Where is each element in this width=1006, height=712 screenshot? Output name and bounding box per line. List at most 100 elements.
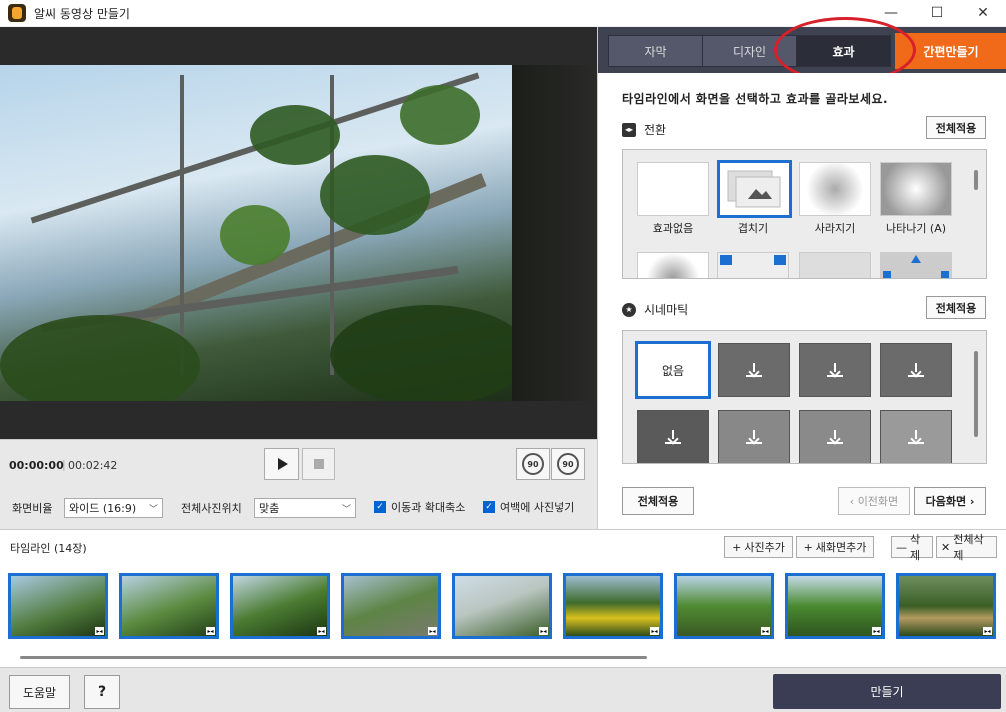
arrow-icon	[720, 255, 786, 265]
aspect-ratio-select[interactable]: 와이드 (16:9) ﹀	[64, 498, 163, 518]
preview-photo	[0, 65, 597, 401]
cinematic-scrollbar[interactable]	[974, 351, 978, 437]
cinematic-header: ★ 시네마틱	[622, 301, 688, 318]
cinematic-thumb-gifts[interactable]	[718, 410, 790, 463]
add-screen-icon: +	[803, 540, 813, 554]
timeline-clip[interactable]: ▸◂	[785, 573, 885, 639]
timeline-clip[interactable]: ▸◂	[341, 573, 441, 639]
play-icon	[277, 458, 288, 470]
next-screen-button[interactable]: 다음화면 ›	[914, 487, 986, 515]
rotate-right-icon: 90	[557, 453, 579, 475]
timeline-clip[interactable]: ▸◂	[674, 573, 774, 639]
transition-scrollbar[interactable]	[974, 170, 978, 190]
add-photo-icon: +	[732, 540, 742, 554]
transition-marker-icon: ▸◂	[317, 627, 326, 635]
transition-none-label: 효과없음	[652, 222, 694, 235]
cinematic-grid: 없음	[622, 330, 987, 464]
timeline-strip: ▸◂ ▸◂ ▸◂ ▸◂ ▸◂ ▸◂ ▸◂ ▸◂ ▸◂	[0, 563, 1006, 667]
help-button[interactable]: 도움말	[9, 675, 70, 709]
timeline-clip[interactable]: ▸◂	[896, 573, 996, 639]
transition-marker-icon: ▸◂	[983, 627, 992, 635]
timeline-clip[interactable]: ▸◂	[563, 573, 663, 639]
player-controls: 00:00:00 | 00:02:42 90 90 화면비율 와이드 (16:9…	[0, 439, 597, 529]
tab-subtitle[interactable]: 자막	[608, 35, 703, 67]
apply-all-button[interactable]: 전체적용	[622, 487, 694, 515]
app-logo-icon	[8, 4, 26, 22]
play-button[interactable]	[264, 448, 299, 480]
minus-icon: —	[896, 540, 907, 554]
add-photo-label: 사진추가	[744, 541, 785, 554]
cinematic-none-label: 없음	[661, 363, 685, 378]
transition-marker-icon: ▸◂	[95, 627, 104, 635]
transition-grid: 효과없음 겹치기 사라지기 나타나기 (A)	[622, 149, 987, 279]
timeline-clip[interactable]: ▸◂	[230, 573, 330, 639]
transition-overlap-thumb[interactable]	[717, 160, 792, 218]
fill-margin-label: 여백에 사진넣기	[500, 501, 575, 514]
cinematic-thumb-flowers[interactable]	[799, 410, 871, 463]
delete-button[interactable]: — 삭제	[891, 533, 933, 562]
stop-button[interactable]	[302, 448, 335, 480]
checkmark-icon: ✓	[483, 501, 495, 513]
cinematic-apply-all-button[interactable]: 전체적용	[926, 296, 986, 319]
photo-position-value: 맞춤	[259, 502, 280, 515]
transition-title: 전환	[644, 123, 667, 137]
window-controls: — ☐ ✕	[868, 0, 1006, 26]
move-zoom-label: 이동과 확대축소	[391, 501, 466, 514]
aspect-ratio-value: 와이드 (16:9)	[69, 502, 137, 515]
transition-fadeout-thumb[interactable]	[799, 162, 871, 216]
transition-marker-icon: ▸◂	[650, 627, 659, 635]
make-button[interactable]: 만들기	[773, 674, 1001, 709]
cinematic-title: 시네마틱	[644, 303, 689, 317]
tab-easy-make-label: 간편만들기	[923, 44, 979, 59]
total-time: 00:02:42	[68, 459, 118, 472]
timeline-header: 타임라인 (14장) + 사진추가 + 새화면추가 — 삭제 ✕ 전체삭제	[0, 529, 1006, 563]
download-icon	[665, 430, 681, 444]
chevron-down-icon: ﹀	[341, 504, 351, 515]
cinematic-thumb-bokeh[interactable]	[718, 343, 790, 397]
timeline-clip[interactable]: ▸◂	[119, 573, 219, 639]
transition-marker-icon: ▸◂	[761, 627, 770, 635]
cinematic-thumb-snow[interactable]	[880, 343, 952, 397]
chevron-down-icon: ﹀	[148, 504, 158, 515]
add-photo-button[interactable]: + 사진추가	[724, 536, 793, 558]
cinematic-thumb-hearts[interactable]	[799, 343, 871, 397]
transition-thumb-7[interactable]	[799, 252, 871, 278]
question-button[interactable]: ?	[84, 675, 120, 709]
move-zoom-checkbox[interactable]: ✓ 이동과 확대축소	[374, 499, 465, 515]
timeline-clip[interactable]: ▸◂	[452, 573, 552, 639]
x-icon: ✕	[941, 540, 951, 554]
add-new-screen-button[interactable]: + 새화면추가	[796, 536, 874, 558]
stop-icon	[313, 459, 324, 469]
cinematic-none-thumb[interactable]: 없음	[635, 341, 711, 399]
timeline-scrollbar[interactable]	[20, 656, 647, 659]
close-button[interactable]: ✕	[960, 0, 1006, 26]
photo-position-select[interactable]: 맞춤 ﹀	[254, 498, 356, 518]
footer-bar: 도움말 ? 만들기	[0, 667, 1006, 712]
timeline-clip[interactable]: ▸◂	[8, 573, 108, 639]
photo-position-label: 전체사진위치	[181, 502, 242, 515]
rotate-right-button[interactable]: 90	[551, 448, 585, 480]
transition-marker-icon: ▸◂	[206, 627, 215, 635]
delete-all-label: 전체삭제	[953, 533, 984, 562]
rotate-left-button[interactable]: 90	[516, 448, 550, 480]
transition-fadein-label: 나타나기 (A)	[885, 222, 947, 235]
transition-marker-icon: ▸◂	[428, 627, 437, 635]
transition-apply-all-button[interactable]: 전체적용	[926, 116, 986, 139]
maximize-button[interactable]: ☐	[914, 0, 960, 26]
transition-thumb-8[interactable]	[880, 252, 952, 278]
transition-thumb-6[interactable]	[717, 252, 789, 278]
transition-thumb-5[interactable]	[637, 252, 709, 278]
prev-screen-button[interactable]: ‹ 이전화면	[838, 487, 910, 515]
cinematic-thumb-balloons[interactable]	[880, 410, 952, 463]
transition-header: ◂▸ 전환	[622, 121, 666, 138]
transition-overlap-label: 겹치기	[737, 222, 769, 235]
transition-fadein-thumb[interactable]	[880, 162, 952, 216]
download-icon	[746, 430, 762, 444]
fill-margin-checkbox[interactable]: ✓ 여백에 사진넣기	[483, 499, 574, 515]
delete-all-button[interactable]: ✕ 전체삭제	[936, 533, 997, 562]
transition-none-thumb[interactable]	[637, 162, 709, 216]
effects-panel: 타임라인에서 화면을 선택하고 효과를 골라보세요. ◂▸ 전환 전체적용 효과…	[598, 73, 1006, 529]
tab-bar: 자막 디자인 효과 간편만들기	[598, 17, 1006, 83]
right-panel: 자막 디자인 효과 간편만들기 타임라인에서 화면을 선택하고 효과를 골라보세…	[597, 17, 1006, 529]
cinematic-thumb-stars[interactable]	[637, 410, 709, 463]
